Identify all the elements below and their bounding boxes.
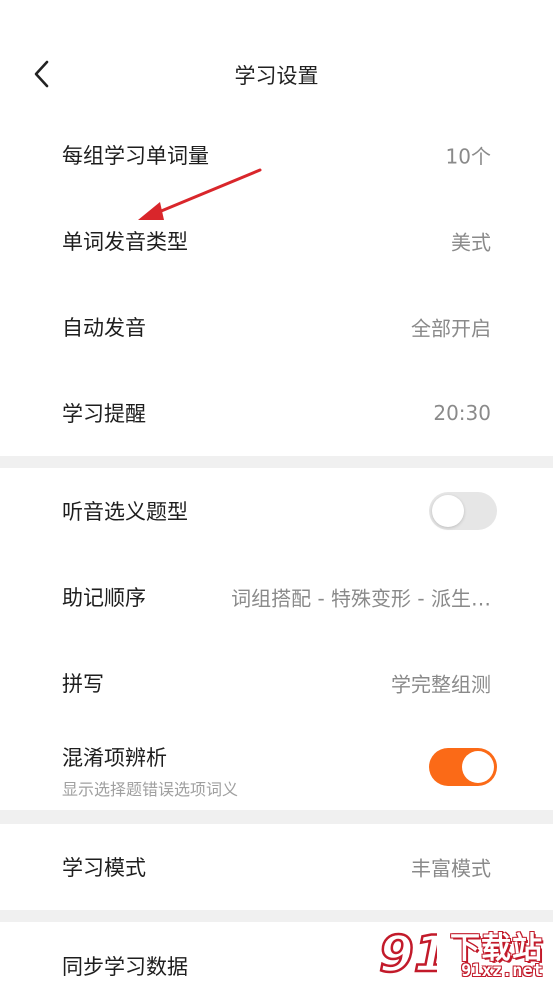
setting-label: 自动发音 — [62, 316, 146, 340]
setting-label: 学习模式 — [62, 856, 146, 880]
setting-value: 美式 — [451, 230, 491, 255]
setting-value: 全部开启 — [411, 316, 491, 341]
setting-value: 10个 — [445, 144, 491, 169]
header: 学习设置 — [0, 0, 553, 112]
settings-group-basic: 每组学习单词量 10个 单词发音类型 美式 自动发音 全部开启 学习提醒 20:… — [0, 112, 553, 456]
setting-label: 学习提醒 — [62, 402, 146, 426]
setting-value: 学完整组测 — [391, 672, 491, 697]
setting-row-words-per-group[interactable]: 每组学习单词量 10个 — [0, 112, 553, 198]
setting-row-pronunciation-type[interactable]: 单词发音类型 美式 — [0, 198, 553, 284]
watermark-logo-icon: 91 — [378, 924, 437, 983]
setting-label: 同步学习数据 — [62, 955, 188, 979]
watermark-url: 91xz.net — [461, 961, 543, 981]
setting-row-study-reminder[interactable]: 学习提醒 20:30 — [0, 370, 553, 456]
toggle-knob — [432, 495, 464, 527]
setting-label: 每组学习单词量 — [62, 144, 209, 168]
settings-group-mode: 学习模式 丰富模式 — [0, 824, 553, 910]
setting-label: 单词发音类型 — [62, 230, 188, 254]
listen-choice-toggle[interactable] — [429, 492, 497, 530]
setting-row-study-mode[interactable]: 学习模式 丰富模式 — [0, 824, 553, 910]
setting-row-spelling[interactable]: 拼写 学完整组测 — [0, 640, 553, 726]
setting-row-mnemonic-order[interactable]: 助记顺序 词组搭配 - 特殊变形 - 派生… — [0, 554, 553, 640]
setting-label: 混淆项辨析 — [62, 746, 167, 770]
setting-row-listen-choice: 听音选义题型 — [0, 468, 553, 554]
setting-value: 丰富模式 — [411, 856, 491, 881]
setting-label: 助记顺序 — [62, 586, 146, 610]
watermark: 91 下载站 91xz.net — [377, 919, 549, 983]
setting-label: 拼写 — [62, 672, 104, 696]
setting-sublabel: 显示选择题错误选项词义 — [62, 780, 239, 799]
toggle-knob — [462, 751, 494, 783]
svg-text:91: 91 — [379, 925, 437, 983]
setting-row-confusion-analysis: 混淆项辨析 显示选择题错误选项词义 — [0, 724, 553, 810]
page-title: 学习设置 — [234, 64, 319, 88]
setting-value: 词组搭配 - 特殊变形 - 派生… — [231, 586, 491, 611]
confusion-analysis-toggle[interactable] — [429, 748, 497, 786]
setting-label: 听音选义题型 — [62, 500, 188, 524]
setting-value: 20:30 — [433, 401, 491, 425]
setting-row-auto-pronounce[interactable]: 自动发音 全部开启 — [0, 284, 553, 370]
settings-group-questions: 听音选义题型 助记顺序 词组搭配 - 特殊变形 - 派生… 拼写 学完整组测 混… — [0, 468, 553, 810]
